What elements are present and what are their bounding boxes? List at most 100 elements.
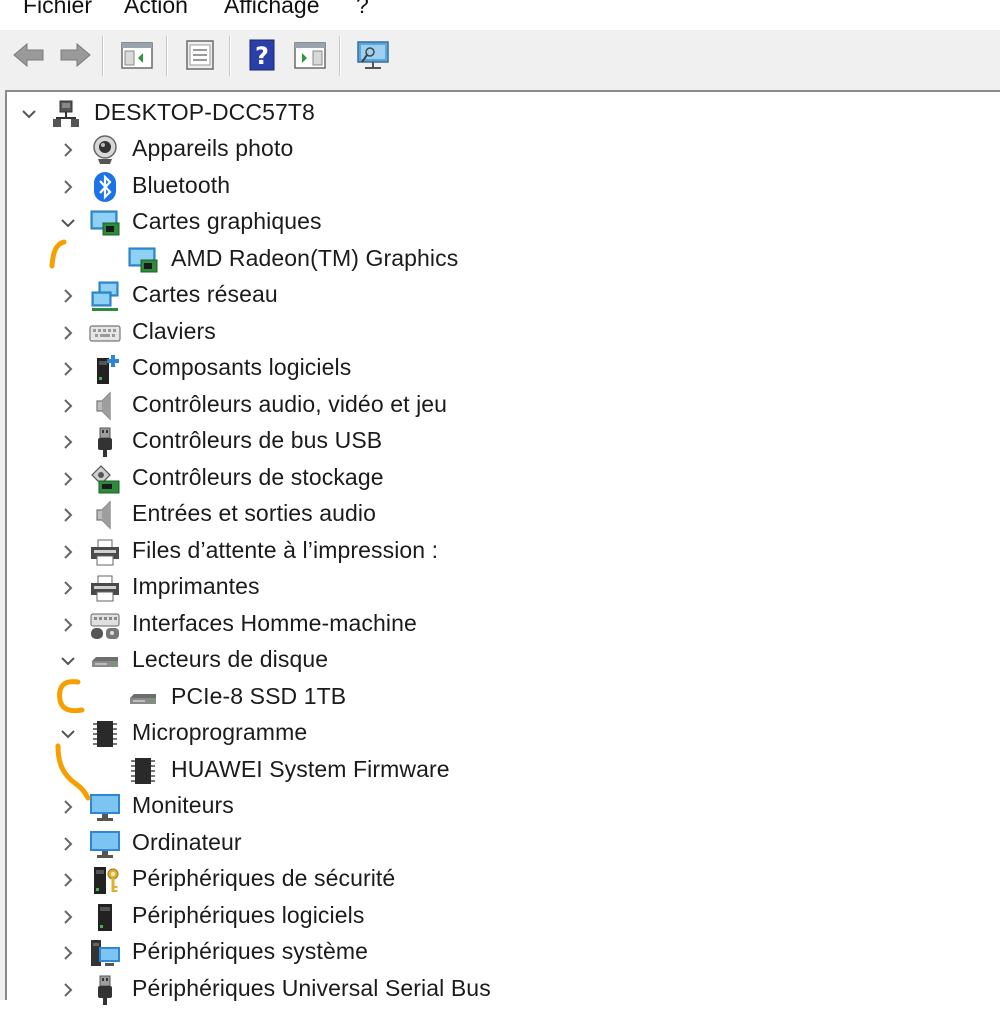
- speaker-icon: [89, 499, 121, 531]
- node-label: Appareils photo: [132, 135, 294, 161]
- tree-node-cartes-graphiques[interactable]: Cartes graphiques: [7, 205, 1000, 241]
- menu-action[interactable]: Action: [124, 0, 188, 19]
- tree-node-pcie-ssd[interactable]: PCIe-8 SSD 1TB: [7, 680, 1000, 716]
- chevron-down-icon[interactable]: [19, 104, 39, 124]
- node-label: Claviers: [132, 318, 216, 344]
- tree-node-files-attente[interactable]: Files d’attente à l’impression :: [7, 534, 1000, 570]
- chevron-right-icon[interactable]: [58, 980, 78, 1000]
- bluetooth-icon: [89, 171, 121, 203]
- tree-node-bluetooth[interactable]: Bluetooth: [7, 169, 1000, 205]
- display-adapter-icon: [127, 244, 159, 276]
- chevron-right-icon[interactable]: [58, 323, 78, 343]
- tree-node-lecteurs-disque[interactable]: Lecteurs de disque: [7, 643, 1000, 679]
- node-label: Cartes réseau: [132, 281, 278, 307]
- node-label: Contrôleurs de bus USB: [132, 427, 383, 453]
- tree-node-appareils-photo[interactable]: Appareils photo: [7, 132, 1000, 168]
- tree-node-cartes-reseau[interactable]: Cartes réseau: [7, 278, 1000, 314]
- tree-node-controleurs-stockage[interactable]: Contrôleurs de stockage: [7, 461, 1000, 497]
- tree-node-entrees-sorties-audio[interactable]: Entrées et sorties audio: [7, 497, 1000, 533]
- node-label: Entrées et sorties audio: [132, 500, 377, 526]
- chevron-right-icon[interactable]: [58, 542, 78, 562]
- chevron-right-icon[interactable]: [58, 286, 78, 306]
- chevron-right-icon[interactable]: [58, 578, 78, 598]
- menu-affichage[interactable]: Affichage: [224, 0, 319, 19]
- tree-node-huawei-firmware[interactable]: HUAWEI System Firmware: [7, 753, 1000, 789]
- node-label: Microprogramme: [132, 719, 308, 745]
- chevron-right-icon[interactable]: [58, 359, 78, 379]
- keyboard-icon: [89, 317, 121, 349]
- tree-root[interactable]: DESKTOP-DCC57T8: [7, 96, 1000, 132]
- chevron-down-icon[interactable]: [58, 213, 78, 233]
- chevron-right-icon[interactable]: [58, 432, 78, 452]
- chevron-right-icon[interactable]: [58, 505, 78, 525]
- toolbar-separator: [339, 36, 340, 76]
- chevron-right-icon[interactable]: [58, 469, 78, 489]
- chevron-right-icon[interactable]: [58, 177, 78, 197]
- node-label: Ordinateur: [132, 829, 242, 855]
- device-tree[interactable]: DESKTOP-DCC57T8 Appareils photo Bluetoot…: [7, 92, 1000, 1005]
- system-device-icon: [89, 937, 121, 969]
- chevron-right-icon[interactable]: [58, 140, 78, 160]
- disk-drive-icon: [89, 645, 121, 677]
- toolbar-separator: [102, 36, 103, 76]
- tree-node-peripheriques-usb[interactable]: Périphériques Universal Serial Bus: [7, 972, 1000, 1008]
- chevron-right-icon[interactable]: [58, 907, 78, 927]
- chevron-right-icon[interactable]: [58, 615, 78, 635]
- tree-node-peripheriques-logiciels[interactable]: Périphériques logiciels: [7, 899, 1000, 935]
- node-label: Contrôleurs audio, vidéo et jeu: [132, 391, 448, 417]
- node-label: Imprimantes: [132, 573, 260, 599]
- printer-icon: [89, 536, 121, 568]
- chevron-right-icon[interactable]: [58, 834, 78, 854]
- tree-node-peripheriques-securite[interactable]: Périphériques de sécurité: [7, 862, 1000, 898]
- show-hide-console-tree-icon[interactable]: [118, 36, 156, 74]
- properties-icon[interactable]: [181, 36, 219, 74]
- node-label: Lecteurs de disque: [132, 646, 329, 672]
- back-icon[interactable]: [10, 36, 48, 74]
- tree-node-microprogramme[interactable]: Microprogramme: [7, 716, 1000, 752]
- network-adapter-icon: [89, 280, 121, 312]
- annotation-mark: [49, 239, 67, 269]
- menu-bar: Fichier Action Affichage ?: [0, 0, 1000, 30]
- node-label: Périphériques Universal Serial Bus: [132, 975, 491, 1001]
- chevron-down-icon[interactable]: [58, 651, 78, 671]
- monitor-icon: [89, 828, 121, 860]
- tree-node-imprimantes[interactable]: Imprimantes: [7, 570, 1000, 606]
- tree-node-peripheriques-systeme[interactable]: Périphériques système: [7, 935, 1000, 971]
- chevron-right-icon[interactable]: [58, 396, 78, 416]
- chevron-right-icon[interactable]: [58, 943, 78, 963]
- node-label: Cartes graphiques: [132, 208, 322, 234]
- display-adapter-icon: [89, 207, 121, 239]
- help-icon[interactable]: ?: [244, 36, 282, 74]
- tree-node-moniteurs[interactable]: Moniteurs: [7, 789, 1000, 825]
- toolbar-separator: [229, 36, 230, 76]
- annotation-mark: [55, 743, 91, 801]
- node-label: Périphériques de sécurité: [132, 865, 396, 891]
- forward-icon[interactable]: [56, 36, 94, 74]
- webcam-icon: [89, 134, 121, 166]
- svg-text:?: ?: [255, 42, 269, 70]
- menu-help[interactable]: ?: [356, 0, 369, 19]
- printer-icon: [89, 572, 121, 604]
- tree-node-ordinateur[interactable]: Ordinateur: [7, 826, 1000, 862]
- node-label: Files d’attente à l’impression :: [132, 537, 439, 563]
- disk-drive-icon: [127, 682, 159, 714]
- node-label: Moniteurs: [132, 792, 234, 818]
- tree-node-interfaces-homme-machine[interactable]: Interfaces Homme-machine: [7, 607, 1000, 643]
- software-device-icon: [89, 901, 121, 933]
- tree-node-amd-radeon[interactable]: AMD Radeon(TM) Graphics: [7, 242, 1000, 278]
- tree-node-controleurs-audio[interactable]: Contrôleurs audio, vidéo et jeu: [7, 388, 1000, 424]
- menu-fichier[interactable]: Fichier: [23, 0, 92, 19]
- firmware-chip-icon: [127, 755, 159, 787]
- chevron-right-icon[interactable]: [58, 870, 78, 890]
- node-label: Contrôleurs de stockage: [132, 464, 384, 490]
- annotation-mark: [57, 679, 85, 714]
- action-pane-icon[interactable]: [291, 36, 329, 74]
- tree-node-controleurs-usb[interactable]: Contrôleurs de bus USB: [7, 424, 1000, 460]
- toolbar: ?: [0, 30, 1000, 80]
- usb-icon: [89, 974, 121, 1006]
- node-label: AMD Radeon(TM) Graphics: [171, 245, 459, 271]
- tree-node-composants-logiciels[interactable]: Composants logiciels: [7, 351, 1000, 387]
- tree-node-claviers[interactable]: Claviers: [7, 315, 1000, 351]
- scan-hardware-icon[interactable]: [354, 36, 392, 74]
- usb-icon: [89, 426, 121, 458]
